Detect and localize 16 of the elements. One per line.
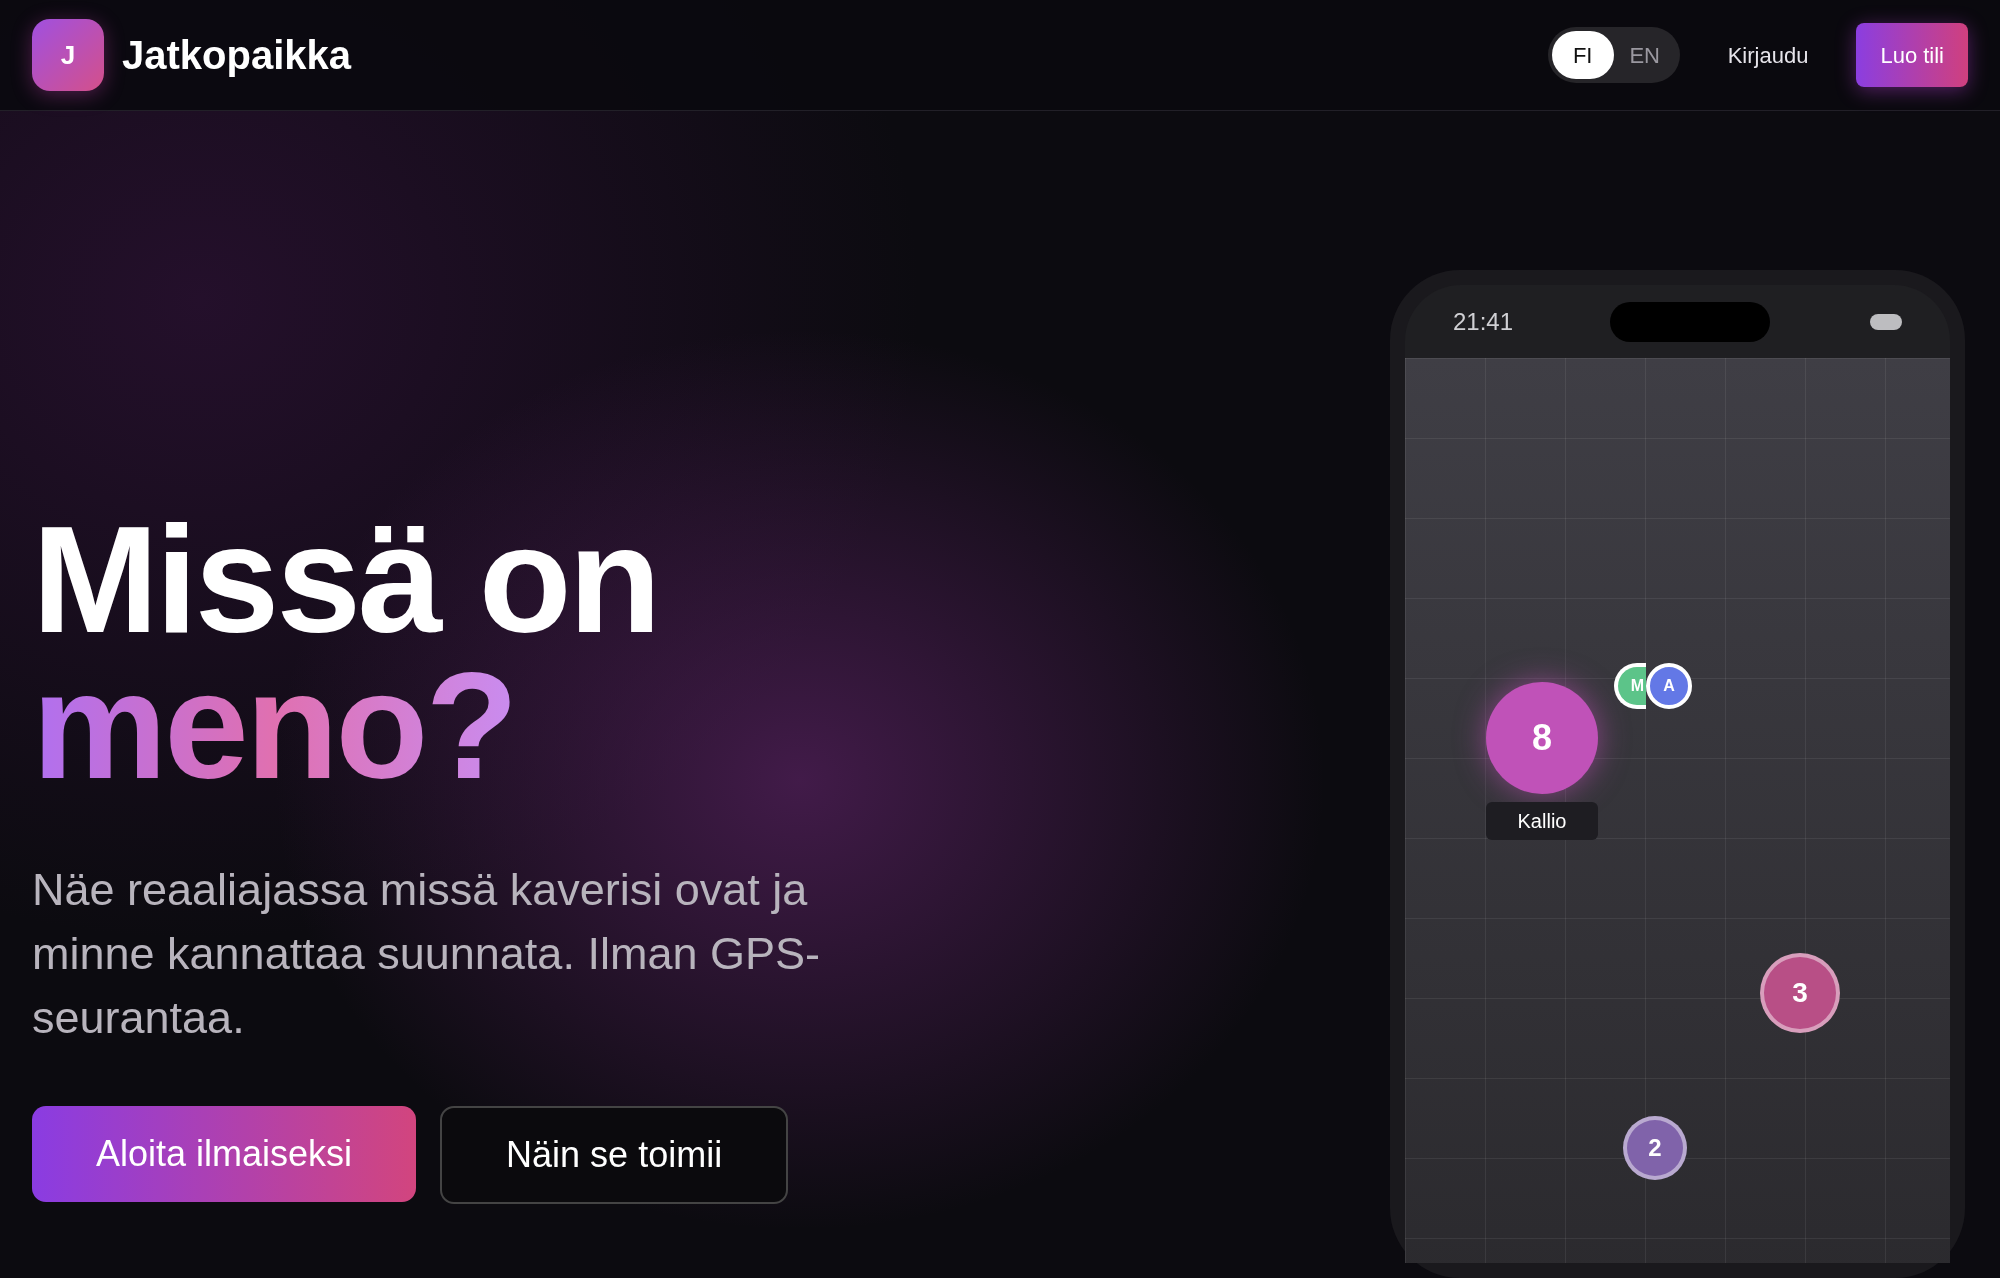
login-link[interactable]: Kirjaudu	[1727, 38, 1809, 72]
language-option[interactable]: EN	[1613, 31, 1676, 79]
battery-icon	[1870, 313, 1902, 330]
how-it-works-button[interactable]: Näin se toimii	[440, 1106, 789, 1204]
hotspot-marker[interactable]: 2	[1623, 1116, 1687, 1180]
subtitle: Näe reaaliajassa missä kaverisi ovat ja minne kannattaa suunnata. Ilman GPS-seurantaa.	[32, 863, 821, 1045]
brand-name[interactable]: Jatkopaikka	[122, 25, 352, 85]
language-option[interactable]: FI	[1551, 31, 1614, 79]
signup-button[interactable]: Luo tili	[1856, 23, 1968, 87]
status-time: 21:41	[1453, 306, 1514, 337]
place-label: Kallio	[1486, 802, 1598, 840]
start-button[interactable]: Aloita ilmaiseksi	[32, 1106, 417, 1202]
logo-badge[interactable]: J	[32, 19, 104, 91]
hotspot-marker[interactable]: 8	[1486, 682, 1598, 794]
friend-avatar[interactable]: A	[1646, 663, 1692, 709]
hotspot-marker[interactable]: 3	[1760, 953, 1840, 1033]
